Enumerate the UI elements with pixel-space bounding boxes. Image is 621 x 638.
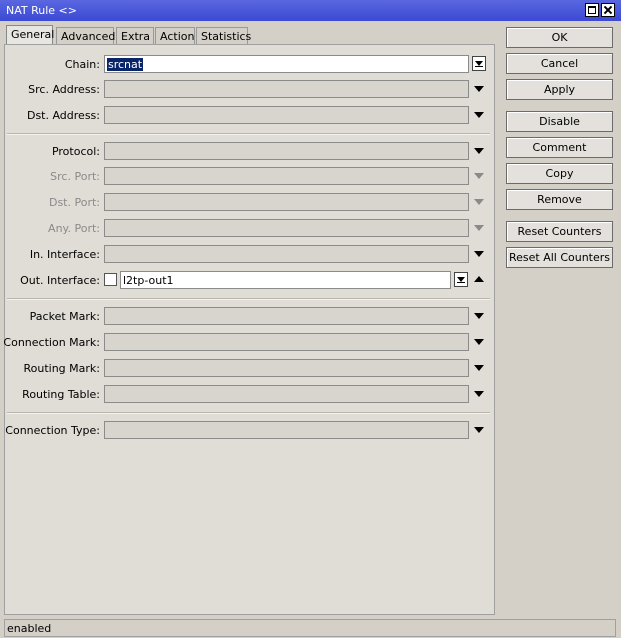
src-address-arrow-icon[interactable] <box>474 86 484 92</box>
chain-label: Chain: <box>64 58 100 71</box>
in-interface-arrow-icon[interactable] <box>474 251 484 257</box>
chain-row: Chain: srcnat <box>5 55 496 73</box>
routing-table-label: Routing Table: <box>22 388 100 401</box>
general-panel: Chain: srcnat Src. Address: Dst. Address… <box>3 44 496 615</box>
divider <box>7 412 490 414</box>
out-interface-invert-checkbox[interactable] <box>104 273 117 286</box>
any-port-row: Any. Port: <box>5 219 496 237</box>
connection-type-field[interactable] <box>104 421 469 439</box>
reset-counters-button[interactable]: Reset Counters <box>506 221 613 242</box>
title-bar: NAT Rule <> <box>0 0 621 21</box>
chain-dropdown-icon[interactable] <box>472 56 486 71</box>
src-address-label: Src. Address: <box>28 83 100 96</box>
routing-mark-field[interactable] <box>104 359 469 377</box>
src-address-field[interactable] <box>104 80 469 98</box>
dst-port-label: Dst. Port: <box>48 196 100 209</box>
tab-action[interactable]: Action <box>155 27 195 44</box>
comment-button[interactable]: Comment <box>506 137 613 158</box>
disable-button[interactable]: Disable <box>506 111 613 132</box>
in-interface-label: In. Interface: <box>29 248 100 261</box>
out-interface-label: Out. Interface: <box>20 274 100 287</box>
dst-address-arrow-icon[interactable] <box>474 112 484 118</box>
close-icon[interactable] <box>601 3 615 17</box>
window-title: NAT Rule <> <box>6 4 77 17</box>
ok-button[interactable]: OK <box>506 27 613 48</box>
src-address-row: Src. Address: <box>5 80 496 98</box>
chain-value: srcnat <box>107 58 144 71</box>
tab-advanced[interactable]: Advanced <box>56 27 115 44</box>
divider <box>7 298 490 300</box>
protocol-field[interactable] <box>104 142 469 160</box>
protocol-row: Protocol: <box>5 142 496 160</box>
dst-port-row: Dst. Port: <box>5 193 496 211</box>
remove-button[interactable]: Remove <box>506 189 613 210</box>
packet-mark-field[interactable] <box>104 307 469 325</box>
maximize-icon[interactable] <box>585 3 599 17</box>
protocol-label: Protocol: <box>51 145 100 158</box>
out-interface-collapse-icon[interactable] <box>474 276 484 282</box>
routing-table-arrow-icon[interactable] <box>474 391 484 397</box>
routing-mark-row: Routing Mark: <box>5 359 496 377</box>
routing-table-row: Routing Table: <box>5 385 496 403</box>
connection-type-arrow-icon[interactable] <box>474 427 484 433</box>
dst-port-arrow-icon <box>474 199 484 205</box>
tab-statistics[interactable]: Statistics <box>196 27 251 44</box>
tab-general[interactable]: General <box>6 25 54 45</box>
status-text: enabled <box>7 622 52 635</box>
routing-mark-label: Routing Mark: <box>23 362 100 375</box>
src-port-arrow-icon <box>474 173 484 179</box>
out-interface-field[interactable]: l2tp-out1 <box>120 271 451 289</box>
packet-mark-arrow-icon[interactable] <box>474 313 484 319</box>
connection-type-row: Connection Type: <box>5 421 496 439</box>
apply-button[interactable]: Apply <box>506 79 613 100</box>
in-interface-row: In. Interface: <box>5 245 496 263</box>
dst-address-label: Dst. Address: <box>26 109 100 122</box>
routing-mark-arrow-icon[interactable] <box>474 365 484 371</box>
status-bar: enabled <box>4 619 616 637</box>
in-interface-field[interactable] <box>104 245 469 263</box>
tab-extra[interactable]: Extra <box>116 27 154 44</box>
dst-address-field[interactable] <box>104 106 469 124</box>
dst-port-field[interactable] <box>104 193 469 211</box>
routing-table-field[interactable] <box>104 385 469 403</box>
any-port-field[interactable] <box>104 219 469 237</box>
chain-field[interactable]: srcnat <box>104 55 469 73</box>
copy-button[interactable]: Copy <box>506 163 613 184</box>
out-interface-dropdown-icon[interactable] <box>454 272 468 287</box>
reset-all-counters-button[interactable]: Reset All Counters <box>506 247 613 268</box>
protocol-arrow-icon[interactable] <box>474 148 484 154</box>
src-port-field[interactable] <box>104 167 469 185</box>
cancel-button[interactable]: Cancel <box>506 53 613 74</box>
connection-mark-label: Connection Mark: <box>3 336 100 349</box>
connection-mark-row: Connection Mark: <box>3 333 496 351</box>
src-port-label: Src. Port: <box>50 170 100 183</box>
dst-address-row: Dst. Address: <box>5 106 496 124</box>
packet-mark-row: Packet Mark: <box>5 307 496 325</box>
out-interface-row: Out. Interface: l2tp-out1 <box>5 271 496 289</box>
connection-mark-arrow-icon[interactable] <box>474 339 484 345</box>
divider <box>7 133 490 135</box>
connection-type-label: Connection Type: <box>5 424 100 437</box>
src-port-row: Src. Port: <box>5 167 496 185</box>
out-interface-value: l2tp-out1 <box>123 274 174 287</box>
any-port-arrow-icon <box>474 225 484 231</box>
connection-mark-field[interactable] <box>104 333 469 351</box>
any-port-label: Any. Port: <box>48 222 100 235</box>
packet-mark-label: Packet Mark: <box>29 310 100 323</box>
